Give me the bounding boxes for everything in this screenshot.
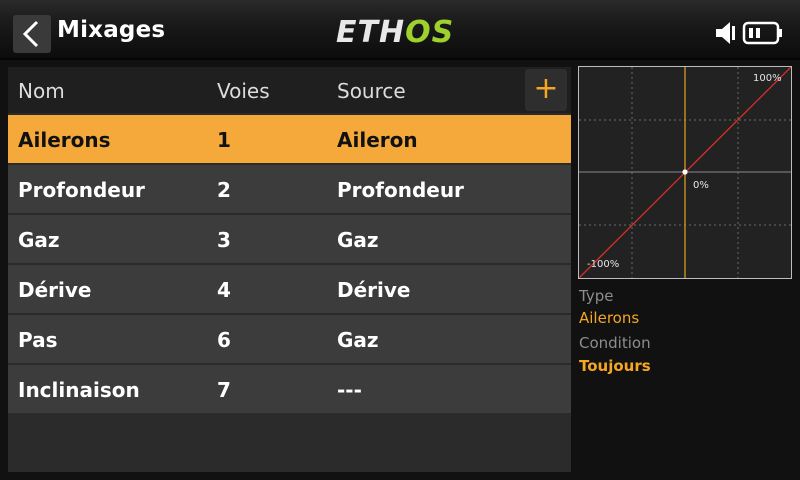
- add-mix-button[interactable]: +: [525, 69, 567, 111]
- type-label: Type: [579, 287, 614, 305]
- row-source: Aileron: [337, 128, 418, 152]
- row-channel: 7: [217, 378, 231, 402]
- table-row[interactable]: Pas 6 Gaz: [8, 315, 571, 363]
- battery-icon: [742, 21, 782, 45]
- row-source: Gaz: [337, 328, 379, 352]
- row-source: ---: [337, 378, 362, 402]
- row-source: Dérive: [337, 278, 411, 302]
- curve-plot: [579, 67, 791, 278]
- row-channel: 4: [217, 278, 231, 302]
- volume-icon[interactable]: [714, 20, 738, 46]
- row-source: Profondeur: [337, 178, 464, 202]
- column-header-source: Source: [337, 79, 406, 103]
- row-channel: 1: [217, 128, 231, 152]
- ethos-logo: ETHOS: [336, 16, 454, 50]
- logo-right: OS: [405, 15, 455, 50]
- condition-label: Condition: [579, 334, 651, 352]
- row-name: Ailerons: [18, 128, 111, 152]
- table-row[interactable]: Inclinaison 7 ---: [8, 365, 571, 413]
- row-name: Gaz: [18, 228, 60, 252]
- graph-label-zero: 0%: [693, 180, 709, 191]
- column-header-name: Nom: [18, 79, 65, 103]
- graph-label-max: 100%: [753, 73, 782, 84]
- condition-value: Toujours: [579, 357, 651, 375]
- row-name: Inclinaison: [18, 378, 140, 402]
- mix-curve-graph: 100% 0% -100%: [578, 66, 792, 279]
- back-button[interactable]: [13, 15, 51, 53]
- table-row[interactable]: Gaz 3 Gaz: [8, 215, 571, 263]
- row-source: Gaz: [337, 228, 379, 252]
- table-row[interactable]: Ailerons 1 Aileron: [8, 115, 571, 163]
- row-name: Dérive: [18, 278, 92, 302]
- logo-left: ETH: [336, 15, 406, 50]
- column-header-channels: Voies: [217, 79, 270, 103]
- page-title: Mixages: [57, 17, 166, 43]
- mix-table: Nom Voies Source + Ailerons 1 Aileron Pr…: [8, 67, 571, 472]
- row-channel: 6: [217, 328, 231, 352]
- row-channel: 2: [217, 178, 231, 202]
- back-arrow-icon: [22, 20, 39, 48]
- row-name: Profondeur: [18, 178, 145, 202]
- plus-icon: +: [533, 71, 559, 106]
- graph-label-min: -100%: [587, 259, 620, 270]
- row-channel: 3: [217, 228, 231, 252]
- row-name: Pas: [18, 328, 58, 352]
- type-value: Ailerons: [579, 309, 640, 327]
- table-header: Nom Voies Source +: [8, 67, 571, 113]
- table-row[interactable]: Dérive 4 Dérive: [8, 265, 571, 313]
- top-bar: Mixages ETHOS: [0, 0, 800, 60]
- table-row[interactable]: Profondeur 2 Profondeur: [8, 165, 571, 213]
